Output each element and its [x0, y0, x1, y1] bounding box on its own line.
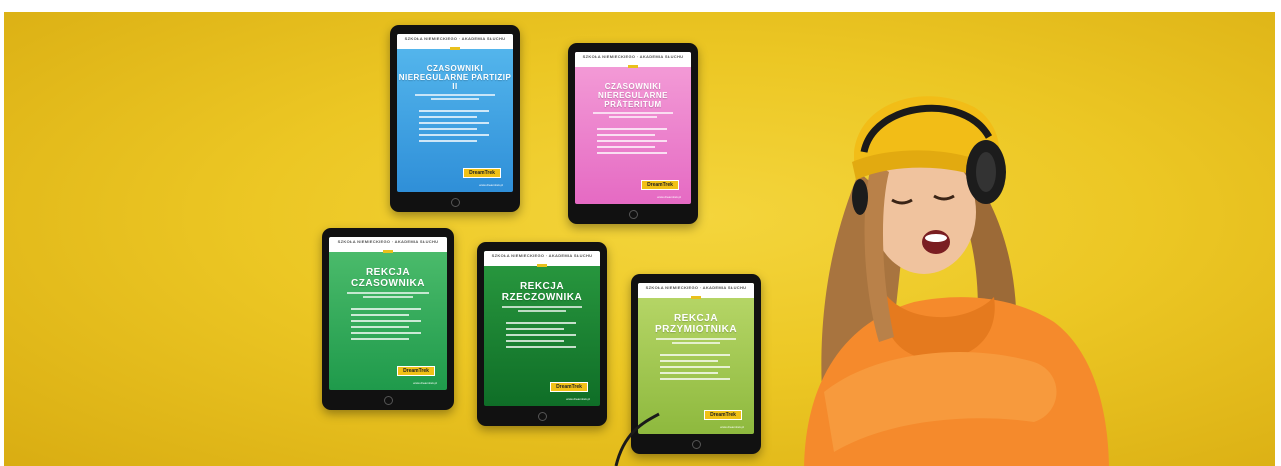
bullet-list: [660, 354, 754, 380]
bullet-list: [597, 128, 691, 154]
tablet-rekcja-rzeczownika: SZKOŁA NIEMIECKIEGO · AKADEMIA SŁUCHU RE…: [477, 242, 607, 426]
text-line: [415, 94, 495, 96]
brand-logo: DreamTrek: [550, 382, 588, 392]
text-line: [431, 98, 479, 100]
home-button: [537, 412, 547, 421]
headphone-cable: [614, 412, 660, 466]
text-line: [502, 306, 582, 308]
logo-mark: [628, 65, 638, 68]
text-line: [363, 296, 413, 298]
logo-mark: [450, 47, 460, 50]
brand-logo: DreamTrek: [463, 168, 501, 178]
cover-title: REKCJA RZECZOWNIKA: [501, 281, 583, 303]
brand-logo: DreamTrek: [704, 410, 742, 420]
ebook-cover-rekcja-rzeczownika: SZKOŁA NIEMIECKIEGO · AKADEMIA SŁUCHU RE…: [484, 251, 600, 406]
home-button: [628, 210, 638, 219]
text-line: [609, 116, 657, 118]
logo-mark: [383, 250, 393, 253]
home-button: [691, 440, 701, 449]
bullet-list: [419, 110, 513, 142]
text-line: [347, 292, 429, 294]
ebook-cover-partizip: SZKOŁA NIEMIECKIEGO · AKADEMIA SŁUCHU CZ…: [397, 34, 513, 192]
ebook-cover-prateritum: SZKOŁA NIEMIECKIEGO · AKADEMIA SŁUCHU CZ…: [575, 52, 691, 204]
brand-logo: DreamTrek: [641, 180, 679, 190]
ebook-cover-rekcja-czasownika: SZKOŁA NIEMIECKIEGO · AKADEMIA SŁUCHU RE…: [329, 237, 447, 390]
woman-with-headphones: [804, 96, 1109, 466]
tablet-prateritum: SZKOŁA NIEMIECKIEGO · AKADEMIA SŁUCHU CZ…: [568, 43, 698, 224]
cover-title: CZASOWNIKI NIEREGULARNE PRÄTERITUM: [597, 82, 668, 109]
cover-title: REKCJA CZASOWNIKA: [351, 267, 425, 289]
text-line: [593, 112, 673, 114]
text-line: [518, 310, 566, 312]
text-line: [672, 342, 720, 344]
tablet-rekcja-czasownika: SZKOŁA NIEMIECKIEGO · AKADEMIA SŁUCHU RE…: [322, 228, 454, 410]
cover-title: CZASOWNIKI NIEREGULARNE PARTIZIP II: [398, 64, 512, 91]
text-line: [656, 338, 736, 340]
cover-url: www.dreamtrek.pl: [413, 381, 437, 385]
cover-title: REKCJA PRZYMIOTNIKA: [654, 313, 738, 335]
bullet-list: [506, 322, 600, 348]
brand-logo: DreamTrek: [397, 366, 435, 376]
bullet-list: [351, 308, 447, 340]
logo-mark: [691, 296, 701, 299]
cover-url: www.dreamtrek.pl: [657, 195, 681, 199]
hero-banner: SZKOŁA NIEMIECKIEGO · AKADEMIA SŁUCHU CZ…: [4, 12, 1275, 466]
logo-mark: [537, 264, 547, 267]
tablet-partizip: SZKOŁA NIEMIECKIEGO · AKADEMIA SŁUCHU CZ…: [390, 25, 520, 212]
cover-url: www.dreamtrek.pl: [720, 425, 744, 429]
cover-url: www.dreamtrek.pl: [479, 183, 503, 187]
home-button: [383, 396, 393, 405]
home-button: [450, 198, 460, 207]
cover-url: www.dreamtrek.pl: [566, 397, 590, 401]
